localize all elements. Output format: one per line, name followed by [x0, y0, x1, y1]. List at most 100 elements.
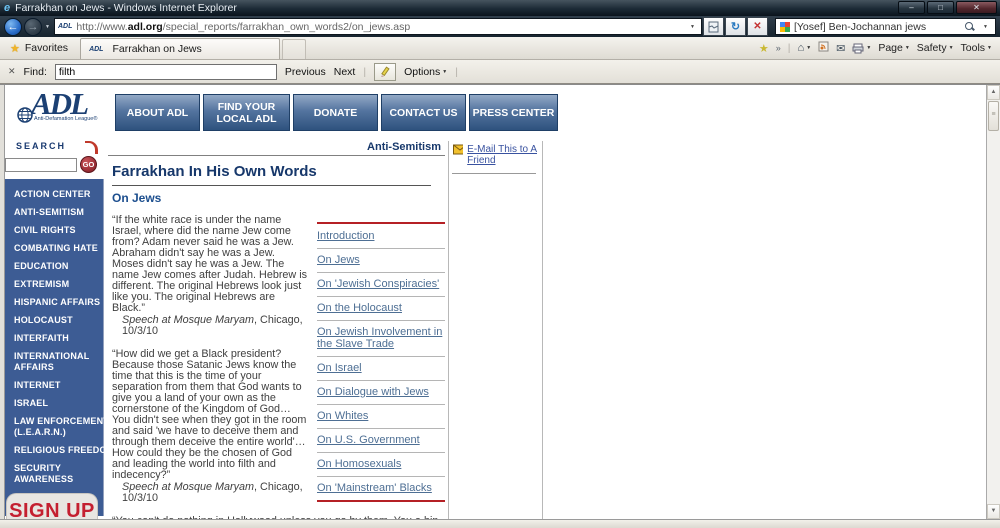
scroll-up-button[interactable]: ▲ — [987, 85, 1000, 100]
sidebar-item-holocaust[interactable]: HOLOCAUST — [5, 311, 103, 329]
find-previous-button[interactable]: Previous — [285, 66, 326, 78]
home-icon: ⌂ — [797, 42, 805, 54]
vertical-scrollbar[interactable]: ▲ ≡ ▼ — [986, 85, 1000, 519]
sidebar-search-label: SEARCH — [5, 141, 104, 154]
title-rule — [112, 185, 431, 186]
adl-logo-text: ADL — [31, 86, 89, 121]
search-box[interactable]: [Yosef] Ben-Jochannan jews ▼ — [774, 18, 996, 35]
feeds-button[interactable] — [818, 41, 829, 55]
address-dropdown-icon[interactable]: ▼ — [687, 24, 698, 30]
find-separator-2: | — [455, 65, 458, 78]
sidebar-item-anti-semitism[interactable]: ANTI-SEMITISM — [5, 203, 103, 221]
link-introduction[interactable]: Introduction — [317, 225, 445, 249]
favorites-star-icon: ★ — [10, 42, 20, 55]
search-query: [Yosef] Ben-Jochannan jews — [793, 20, 927, 33]
home-button[interactable]: ⌂ ▼ — [798, 42, 812, 54]
sidebar-item-extremism[interactable]: EXTREMISM — [5, 275, 103, 293]
link-on-us-government[interactable]: On U.S. Government — [317, 429, 445, 453]
link-on-jewish-involvement-slave-trade[interactable]: On Jewish Involvement in the Slave Trade — [317, 321, 445, 357]
search-go-button[interactable]: GO — [80, 156, 97, 173]
link-on-dialogue-with-jews[interactable]: On Dialogue with Jews — [317, 381, 445, 405]
scrollbar-thumb[interactable]: ≡ — [988, 101, 999, 131]
sidebar-item-law-enforcement[interactable]: LAW ENFORCEMENT (L.E.A.R.N.) — [5, 412, 109, 441]
tools-menu-button[interactable]: Tools ▼ — [961, 42, 992, 54]
page-title: Farrakhan In His Own Words — [112, 163, 317, 180]
tab-favicon: ADL — [89, 45, 104, 53]
compatibility-icon — [708, 21, 719, 32]
stop-icon: ✕ — [753, 21, 762, 32]
print-button[interactable]: ▼ — [852, 43, 871, 54]
url-text: http://www.adl.org/special_reports/farra… — [76, 20, 411, 33]
add-favorite-icon[interactable]: ★ — [759, 42, 769, 55]
sidebar-item-internet[interactable]: INTERNET — [5, 376, 103, 394]
sidebar-menu: ACTION CENTER ANTI-SEMITISM CIVIL RIGHTS… — [5, 179, 114, 516]
link-on-jews[interactable]: On Jews — [317, 249, 445, 273]
print-icon — [852, 43, 864, 53]
sidebar-item-religious-freedom[interactable]: RELIGIOUS FREEDOM — [5, 441, 114, 459]
history-dropdown-icon[interactable]: ▼ — [45, 24, 50, 30]
link-on-israel[interactable]: On Israel — [317, 357, 445, 381]
minimize-button[interactable]: – — [898, 1, 925, 14]
nav-about-adl[interactable]: ABOUT ADL — [115, 94, 200, 131]
in-page-menu: Introduction On Jews On 'Jewish Conspira… — [317, 222, 445, 516]
stop-button[interactable]: ✕ — [746, 17, 768, 36]
favorites-button[interactable]: ★ Favorites — [0, 42, 80, 55]
sidebar-item-hispanic-affairs[interactable]: HISPANIC AFFAIRS — [5, 293, 103, 311]
red-swoosh-icon — [85, 141, 98, 154]
sidebar-item-israel[interactable]: ISRAEL — [5, 394, 103, 412]
site-favicon: ADL — [57, 23, 73, 30]
search-icon[interactable] — [965, 22, 974, 31]
page-subtitle: On Jews — [112, 191, 162, 205]
adl-logo[interactable]: ADL Anti-Defamation League® — [17, 86, 117, 123]
overflow-chevrons-icon[interactable]: » — [776, 43, 781, 53]
nav-donate[interactable]: DONATE — [293, 94, 378, 131]
nav-find-your-local-adl[interactable]: FIND YOUR LOCAL ADL — [203, 94, 290, 131]
compatibility-view-button[interactable] — [702, 17, 724, 36]
address-bar[interactable]: ADL http://www.adl.org/special_reports/f… — [53, 18, 702, 35]
sidebar-item-combating-hate[interactable]: COMBATING HATE — [5, 239, 103, 257]
close-button[interactable]: ✕ — [956, 1, 997, 14]
sidebar-item-civil-rights[interactable]: CIVIL RIGHTS — [5, 221, 103, 239]
search-dropdown-icon[interactable]: ▼ — [980, 24, 991, 30]
maximize-button[interactable]: □ — [927, 1, 954, 14]
highlight-toggle-button[interactable] — [374, 62, 397, 81]
sidebar-item-security-awareness[interactable]: SECURITY AWARENESS — [5, 459, 103, 488]
read-mail-icon[interactable]: ✉ — [836, 42, 845, 55]
link-on-mainstream-blacks[interactable]: On 'Mainstream' Blacks — [317, 477, 445, 502]
find-input[interactable] — [54, 63, 277, 80]
nav-press-center[interactable]: PRESS CENTER — [469, 94, 558, 131]
refresh-icon: ↻ — [730, 20, 741, 33]
forward-button[interactable]: → — [24, 17, 42, 36]
adl-logo-tagline: Anti-Defamation League® — [34, 116, 98, 122]
find-options-button[interactable]: Options ▼ — [404, 66, 447, 78]
safety-menu-button[interactable]: Safety ▼ — [917, 42, 954, 54]
link-on-jewish-conspiracies[interactable]: On 'Jewish Conspiracies' — [317, 273, 445, 297]
tab-farrakhan-on-jews[interactable]: ADL Farrakhan on Jews — [80, 38, 281, 59]
sidebar-item-international-affairs[interactable]: INTERNATIONAL AFFAIRS — [5, 347, 103, 376]
find-label: Find: — [23, 65, 47, 78]
find-next-button[interactable]: Next — [334, 66, 356, 78]
tab-bar: ★ Favorites ADL Farrakhan on Jews ★ » | … — [0, 37, 1000, 60]
site-search-input[interactable] — [5, 157, 77, 172]
link-on-the-holocaust[interactable]: On the Holocaust — [317, 297, 445, 321]
link-on-whites[interactable]: On Whites — [317, 405, 445, 429]
email-this-link[interactable]: E-Mail This to A Friend — [467, 144, 540, 166]
refresh-button[interactable]: ↻ — [724, 17, 746, 36]
sidebar-item-interfaith[interactable]: INTERFAITH — [5, 329, 103, 347]
find-separator: | — [363, 65, 367, 78]
link-on-homosexuals[interactable]: On Homosexuals — [317, 453, 445, 477]
sign-up-button[interactable]: SIGN UP — [6, 493, 98, 519]
navigation-bar: ← → ▼ ADL http://www.adl.org/special_rep… — [0, 16, 1000, 37]
nav-contact-us[interactable]: CONTACT US — [381, 94, 466, 131]
back-button[interactable]: ← — [4, 17, 22, 36]
page-menu-button[interactable]: Page ▼ — [878, 42, 909, 54]
new-tab-stub[interactable] — [282, 39, 307, 59]
sidebar-item-action-center[interactable]: ACTION CENTER — [5, 185, 103, 203]
globe-icon — [17, 107, 33, 123]
site-nav: ABOUT ADL FIND YOUR LOCAL ADL DONATE CON… — [115, 94, 558, 131]
status-bar — [0, 519, 1000, 528]
sidebar-item-education[interactable]: EDUCATION — [5, 257, 103, 275]
google-icon — [779, 21, 790, 32]
find-close-icon[interactable]: ✕ — [8, 66, 16, 77]
scroll-down-button[interactable]: ▼ — [987, 504, 1000, 519]
